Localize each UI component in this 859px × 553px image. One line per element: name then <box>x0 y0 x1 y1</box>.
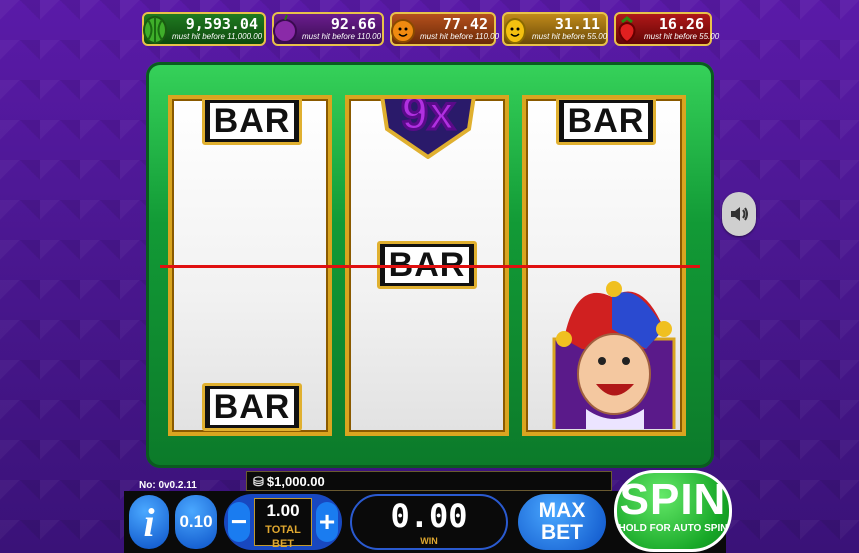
total-bet-control: − 1.00 TOTAL BET + <box>224 494 342 550</box>
jackpot-amount: 92.66 <box>330 15 376 33</box>
jackpot-bar: 9,593.04 must hit before 11,000.00 92.66… <box>142 12 720 46</box>
total-bet-label: TOTAL BET <box>265 524 301 550</box>
jackpot-watermelon: 9,593.04 must hit before 11,000.00 <box>142 12 266 46</box>
jackpot-note: must hit before 110.00 <box>302 32 382 41</box>
jackpot-note: must hit before 11,000.00 <box>172 32 263 41</box>
sound-toggle-button[interactable] <box>722 192 756 236</box>
jackpot-amount: 16.26 <box>658 15 704 33</box>
jackpot-note: must hit before 110.00 <box>420 32 500 41</box>
spin-label: SPIN <box>619 475 727 524</box>
jackpot-amount: 31.11 <box>554 15 600 33</box>
win-value: 0.00 <box>390 497 468 535</box>
jackpot-note: must hit before 55.00 <box>644 32 720 41</box>
auto-spin-hint: HOLD FOR AUTO SPIN <box>618 523 728 534</box>
strawberry-icon <box>612 12 642 46</box>
watermelon-icon <box>140 12 170 46</box>
svg-text:9x: 9x <box>401 95 455 140</box>
total-bet-display: 1.00 TOTAL BET <box>254 498 312 550</box>
max-bet-line2: BET <box>540 521 583 544</box>
payline <box>160 265 700 268</box>
jester-symbol <box>552 281 676 429</box>
spin-button[interactable]: SPIN HOLD FOR AUTO SPIN <box>614 470 732 552</box>
coin-stack-icon: ⛁ <box>253 474 264 489</box>
plum-icon <box>270 12 300 46</box>
win-label: WIN <box>420 536 438 546</box>
jackpot-plum: 92.66 must hit before 110.00 <box>272 12 384 46</box>
jackpot-lemon: 31.11 must hit before 55.00 <box>502 12 608 46</box>
win-display: 0.00 WIN <box>350 494 508 550</box>
bar-symbol: BAR <box>556 99 656 145</box>
orange-icon <box>388 12 418 46</box>
max-bet-button[interactable]: MAX BET <box>518 494 606 550</box>
version-label: No: 0v0.2.11 <box>139 480 197 491</box>
9x-wild-symbol: 9x <box>380 95 476 159</box>
increase-bet-button[interactable]: + <box>316 502 338 542</box>
info-button[interactable]: i <box>129 495 169 549</box>
bar-symbol: BAR <box>202 99 302 145</box>
jackpot-note: must hit before 55.00 <box>532 32 608 41</box>
denomination-button[interactable]: 0.10 <box>175 495 217 549</box>
speaker-icon <box>731 207 748 221</box>
jackpot-orange: 77.42 must hit before 110.00 <box>388 12 500 46</box>
balance-display: ⛁ $1,000.00 <box>246 471 612 491</box>
balance-value: $1,000.00 <box>266 474 325 489</box>
decrease-bet-button[interactable]: − <box>228 502 250 542</box>
slot-machine-frame: BAR BAR 9x BAR BAR <box>146 62 714 468</box>
max-bet-line1: MAX <box>538 499 586 522</box>
lemon-icon <box>500 12 530 46</box>
jackpot-cherry: 16.26 must hit before 55.00 <box>612 12 720 46</box>
jackpot-amount: 9,593.04 <box>185 15 258 33</box>
jackpot-amount: 77.42 <box>442 15 488 33</box>
total-bet-value: 1.00 <box>266 501 300 520</box>
bar-symbol: BAR <box>202 383 302 431</box>
